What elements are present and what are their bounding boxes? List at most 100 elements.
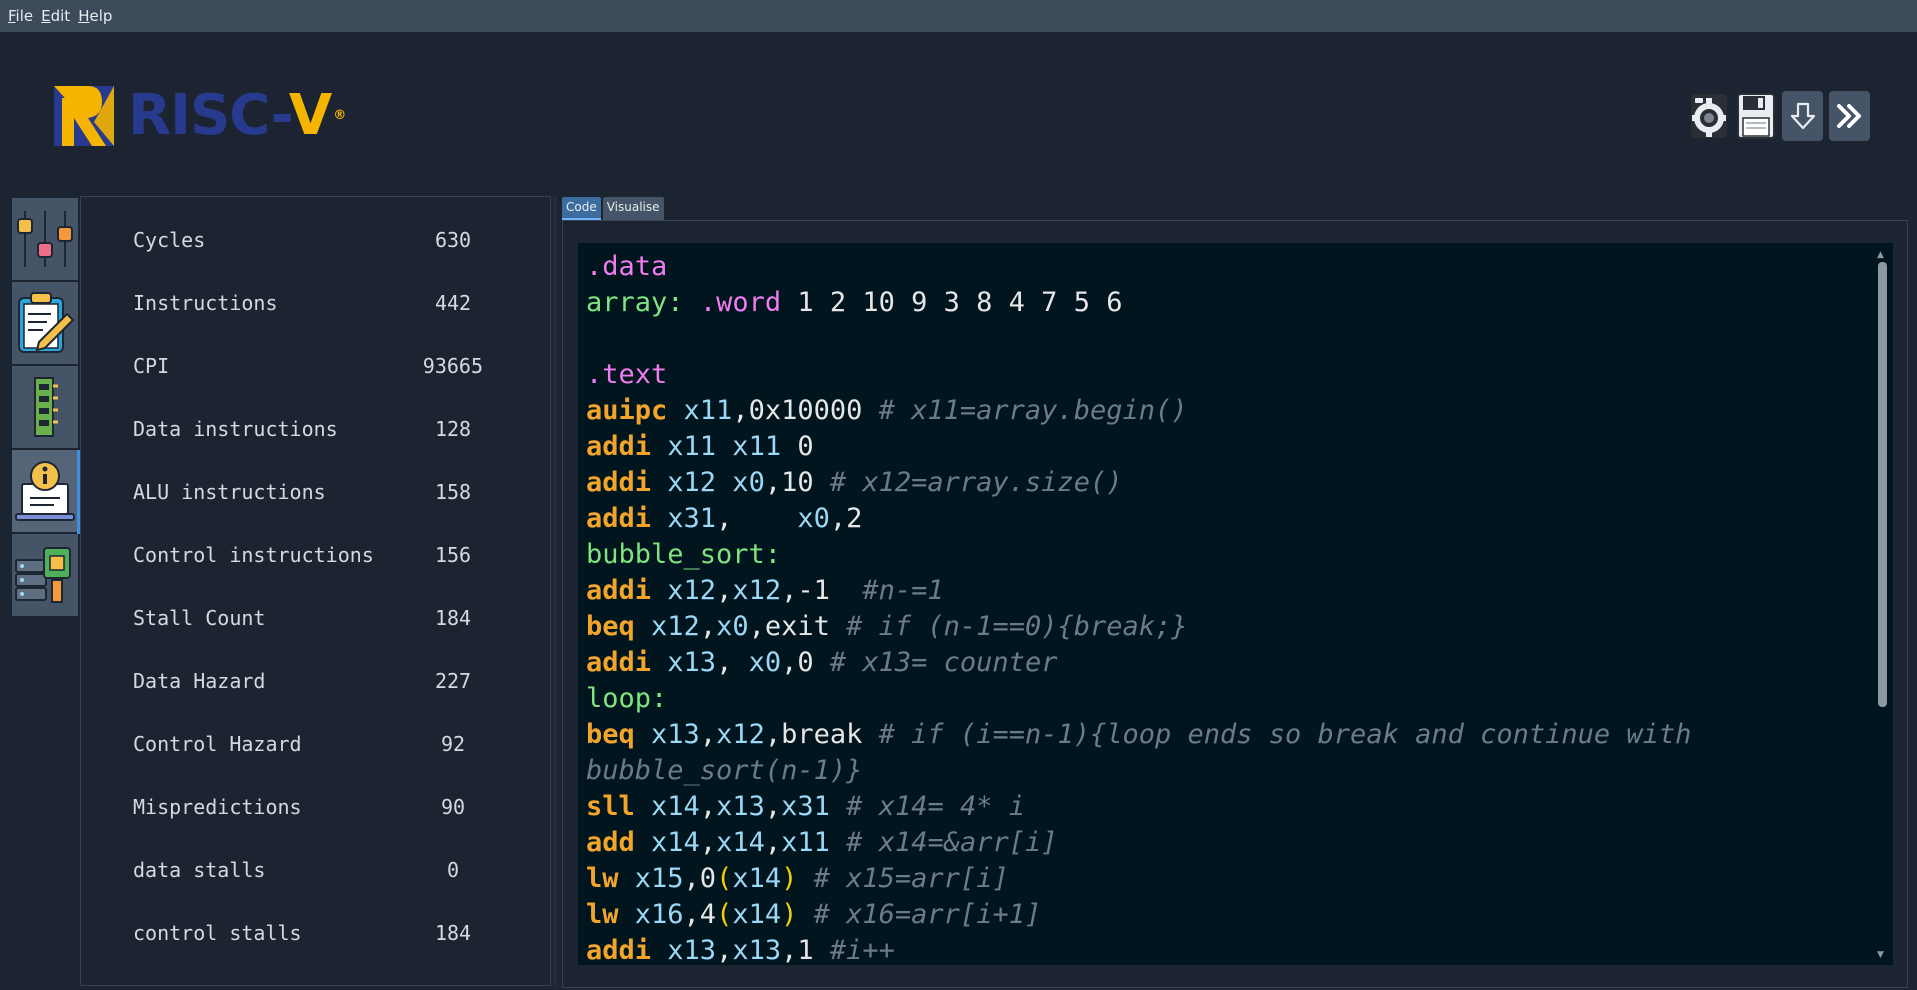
fast-forward-icon	[1836, 104, 1861, 128]
menu-bar: File Edit Help	[0, 0, 1917, 32]
panel-splitter[interactable]	[553, 196, 557, 986]
settings-button[interactable]	[1688, 91, 1729, 141]
code-line: add x14,x14,x11 # x14=&arr[i]	[586, 825, 1866, 861]
stat-label: Stall Count	[133, 606, 266, 630]
stat-label: Data Hazard	[133, 669, 266, 693]
code-text[interactable]: .data array: .word 1 2 10 9 3 8 4 7 5 6 .…	[586, 249, 1866, 965]
code-token: # x11=array.begin()	[878, 395, 1188, 426]
code-token: ,	[699, 719, 717, 750]
code-token: x0	[716, 611, 749, 642]
stat-value: 158	[434, 480, 472, 504]
rail-cache-button[interactable]	[12, 534, 78, 618]
code-line: array: .word 1 2 10 9 3 8 4 7 5 6	[586, 285, 1866, 321]
stat-label: Mispredictions	[133, 795, 302, 819]
code-line: beq x13,x12,break # if (i==n-1){loop end…	[586, 717, 1866, 753]
stat-label: Instructions	[133, 291, 278, 315]
code-token: ,	[699, 827, 717, 858]
scroll-up-icon[interactable]: ▲	[1877, 250, 1884, 260]
save-button[interactable]	[1735, 91, 1776, 141]
stat-row: CPI 1.4253393665	[133, 354, 503, 384]
scroll-down-icon[interactable]: ▼	[1877, 950, 1884, 960]
stat-value: 156	[434, 543, 472, 567]
stat-row: Data Hazard 227	[133, 669, 503, 699]
code-token: ,0x10000	[732, 395, 879, 426]
stat-value: 128	[434, 417, 472, 441]
stat-row: Cycles 630	[133, 228, 503, 258]
code-token: x14	[732, 899, 782, 930]
toolbar	[1688, 91, 1870, 141]
code-token: add	[586, 827, 635, 858]
save-icon	[1736, 93, 1775, 139]
rail-memory-button[interactable]	[12, 366, 78, 450]
code-token: x12	[732, 575, 782, 606]
tab-visualise[interactable]: Visualise	[602, 197, 664, 220]
code-token: ,exit	[748, 611, 847, 642]
code-token: # x13= counter	[829, 647, 1058, 678]
code-token: ,10	[764, 467, 830, 498]
stat-row: Control Hazard 92	[133, 732, 503, 762]
code-token: x14	[634, 827, 700, 858]
menu-help[interactable]: Help	[76, 7, 114, 25]
gear-icon	[1690, 94, 1727, 138]
code-token: beq	[586, 611, 635, 642]
stat-label: Control Hazard	[133, 732, 302, 756]
code-token: 1 2 10 9 3 8 4 7 5 6	[781, 287, 1123, 318]
code-token: 0	[797, 431, 814, 462]
code-token: beq	[586, 719, 635, 750]
code-token: loop:	[586, 683, 668, 714]
code-token: addi	[586, 503, 652, 534]
risc-v-logo: RISC-V ®	[54, 86, 424, 146]
code-token: .text	[586, 359, 668, 390]
code-token: x13	[732, 935, 782, 965]
rail-processor-config-button[interactable]	[12, 198, 78, 282]
code-token: .word	[699, 287, 782, 318]
code-token: x15	[618, 863, 684, 894]
server-rack-icon	[15, 547, 71, 603]
rail-info-button[interactable]	[12, 450, 80, 534]
code-token: x13	[651, 935, 717, 965]
code-token: x12	[634, 611, 700, 642]
code-token: x0	[748, 647, 782, 678]
code-token: x12 x0	[651, 467, 765, 498]
stat-value: 184	[434, 606, 472, 630]
stat-row: Control instructions 156	[133, 543, 503, 573]
code-token: x16	[618, 899, 684, 930]
code-token: x11	[781, 827, 830, 858]
code-line: beq x12,x0,exit # if (n-1==0){break;}	[586, 609, 1866, 645]
download-icon	[1790, 102, 1815, 130]
stat-row: Data instructions 128	[133, 417, 503, 447]
code-token: x12	[716, 719, 765, 750]
fast-forward-button[interactable]	[1829, 91, 1870, 141]
rail-editor-button[interactable]	[12, 282, 78, 366]
stat-label: CPI	[133, 354, 170, 378]
code-token: ,1	[781, 935, 830, 965]
editor-scrollbar-thumb[interactable]	[1878, 262, 1887, 707]
code-token: #n-=1	[862, 575, 944, 606]
code-token: # x15=arr[i]	[813, 863, 1009, 894]
risc-v-logo-mark-icon	[54, 86, 114, 146]
info-laptop-icon	[15, 461, 75, 521]
code-editor[interactable]: .data array: .word 1 2 10 9 3 8 4 7 5 6 .…	[578, 243, 1893, 965]
code-token: x11 x11	[651, 431, 798, 462]
download-button[interactable]	[1782, 91, 1823, 141]
code-token: x12	[651, 575, 717, 606]
stat-label: ALU instructions	[133, 480, 326, 504]
stat-row: control stalls 184	[133, 921, 503, 951]
code-token: x14	[634, 791, 700, 822]
sliders-icon	[17, 211, 73, 267]
stat-value: 184	[434, 921, 472, 945]
tab-code[interactable]: Code	[562, 197, 601, 220]
code-token: x14	[716, 827, 765, 858]
menu-edit[interactable]: Edit	[39, 7, 72, 25]
code-token: ,	[716, 575, 733, 606]
stat-value: 630	[434, 228, 472, 252]
code-token: addi	[586, 575, 652, 606]
code-token: ,	[699, 611, 717, 642]
menu-file[interactable]: File	[6, 7, 35, 25]
stat-value: 227	[434, 669, 472, 693]
code-token: lw	[586, 863, 619, 894]
code-token: bubble_sort(n-1)}	[586, 755, 863, 786]
